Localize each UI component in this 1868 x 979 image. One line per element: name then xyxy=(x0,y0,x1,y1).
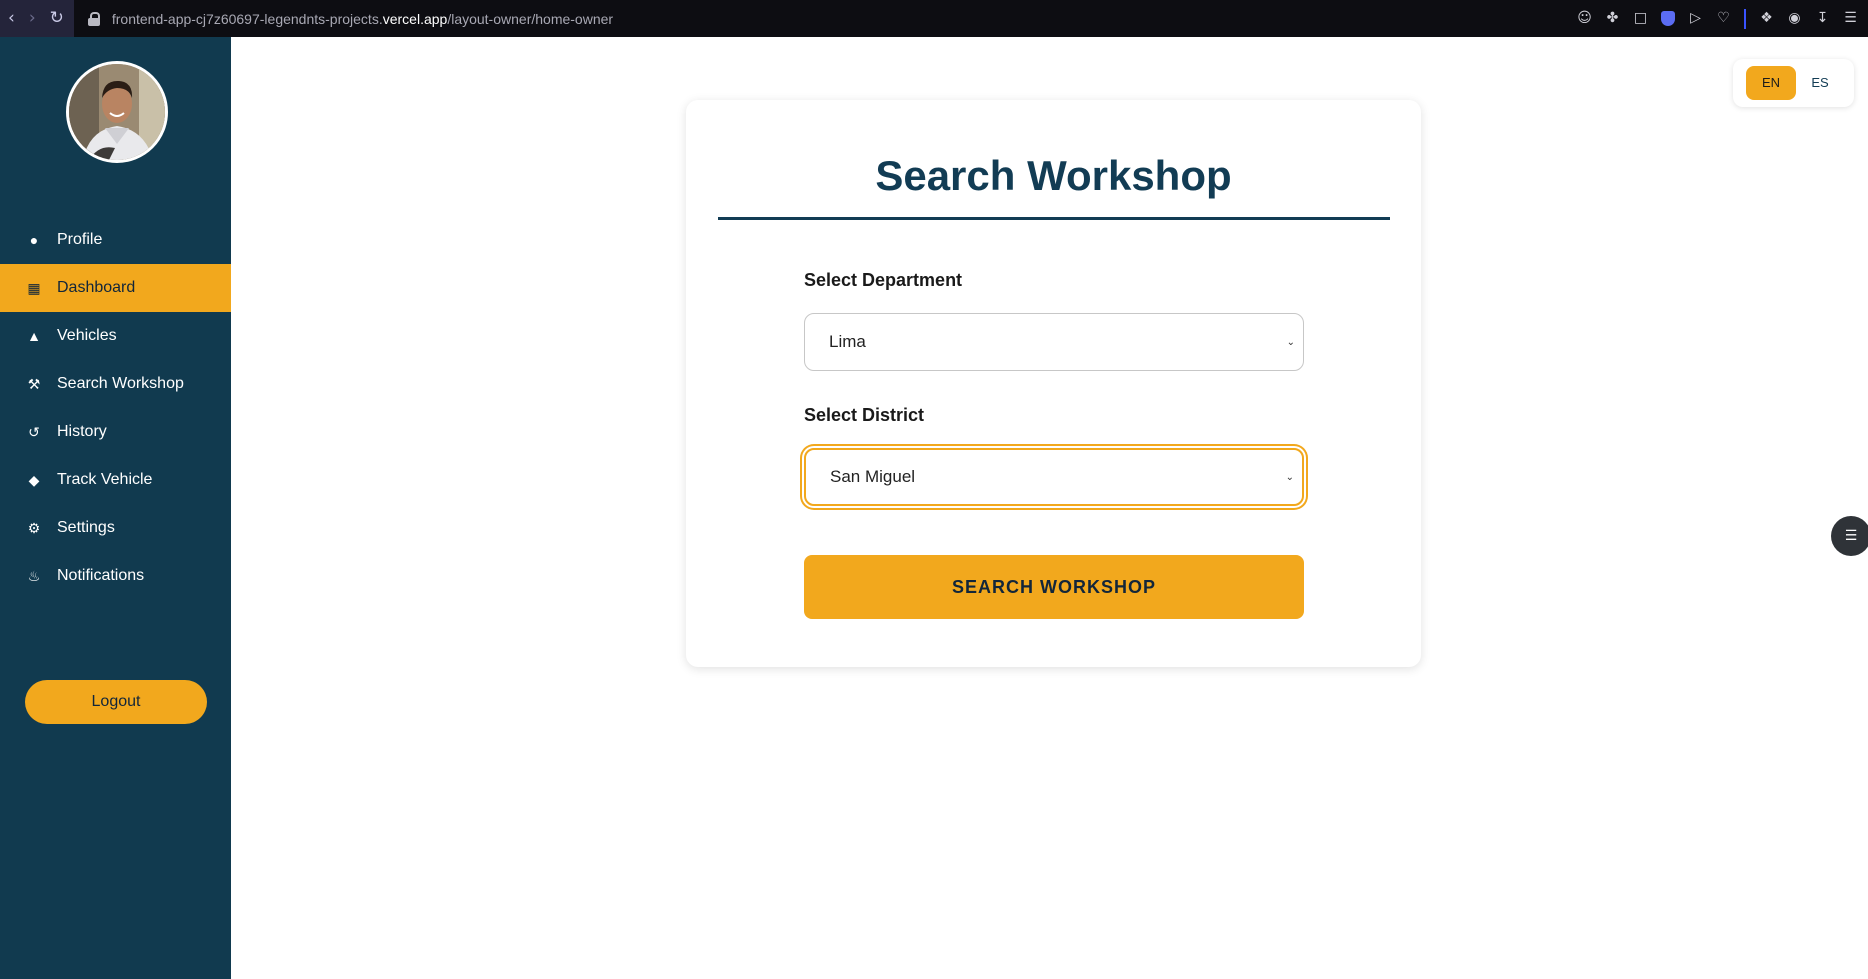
download-icon[interactable]: ↧ xyxy=(1815,11,1830,26)
sidebar-item-label: Track Vehicle xyxy=(57,471,153,488)
shield-icon[interactable] xyxy=(1661,11,1675,26)
department-select-value: Lima xyxy=(829,332,866,351)
person-icon: ● xyxy=(29,232,39,248)
sidebar-item-search-workshop[interactable]: ⚒ Search Workshop xyxy=(0,360,231,408)
sidebar-item-label: History xyxy=(57,423,107,440)
screenshot-icon[interactable]: □ xyxy=(1633,11,1648,26)
url-path: /layout-owner/home-owner xyxy=(447,10,614,27)
back-icon[interactable]: ‹ xyxy=(8,0,15,37)
chevron-down-icon: ⌄ xyxy=(1286,337,1295,348)
sidebar-item-history[interactable]: ↺ History xyxy=(0,408,231,456)
floating-list-icon[interactable]: ☰ xyxy=(1831,516,1868,556)
title-divider xyxy=(718,217,1390,220)
district-select[interactable]: San Miguel ⌄ xyxy=(804,448,1304,506)
chevron-down-icon: ⌄ xyxy=(1285,472,1294,483)
sidebar-item-vehicles[interactable]: ▲ Vehicles xyxy=(0,312,231,360)
grid-icon: ▦ xyxy=(27,280,41,296)
avatar[interactable] xyxy=(66,61,168,163)
sidebar-item-profile[interactable]: ● Profile xyxy=(0,216,231,264)
department-select[interactable]: Lima ⌄ xyxy=(804,313,1304,371)
extensions-icon[interactable]: ❖ xyxy=(1759,11,1774,26)
sidebar-item-label: Profile xyxy=(57,231,103,248)
address-bar[interactable]: frontend-app-cj7z60697-legendnts-project… xyxy=(112,11,613,27)
car-icon: ▲ xyxy=(27,328,41,344)
sidebar-item-notifications[interactable]: ♨ Notifications xyxy=(0,552,231,600)
sidebar-item-settings[interactable]: ⚙ Settings xyxy=(0,504,231,552)
language-option-en[interactable]: EN xyxy=(1746,66,1796,100)
wrench-icon: ⚒ xyxy=(27,376,41,392)
browser-extension-icons: ☺ ✤ □ ▷ ♡ ❖ ◉ ↧ ☰ xyxy=(1577,0,1858,37)
play-icon[interactable]: ▷ xyxy=(1688,11,1703,26)
lock-icon xyxy=(87,11,100,26)
language-option-es[interactable]: ES xyxy=(1795,66,1845,100)
reload-icon[interactable]: ↻ xyxy=(50,0,64,37)
browser-toolbar: ‹ › ↻ frontend-app-cj7z60697-legendnts-p… xyxy=(0,0,1868,37)
sidebar-nav: ● Profile ▦ Dashboard ▲ Vehicles ⚒ Searc… xyxy=(0,216,231,600)
sidebar-item-label: Dashboard xyxy=(57,279,136,296)
account-icon[interactable]: ◉ xyxy=(1787,11,1802,26)
heart-icon[interactable]: ♡ xyxy=(1716,11,1731,26)
district-label: Select District xyxy=(804,405,925,425)
menu-icon[interactable]: ☰ xyxy=(1843,11,1858,26)
sidebar-item-label: Search Workshop xyxy=(57,375,184,392)
history-icon: ↺ xyxy=(28,424,40,440)
forward-icon[interactable]: › xyxy=(29,0,36,37)
language-toggle: EN ES xyxy=(1733,59,1854,107)
bell-icon: ♨ xyxy=(27,568,41,584)
url-domain: vercel.app xyxy=(382,10,448,27)
department-label: Select Department xyxy=(804,270,963,290)
pin-icon[interactable]: ✤ xyxy=(1605,11,1620,26)
avatar-image xyxy=(69,64,165,160)
district-select-value: San Miguel xyxy=(830,467,916,486)
sidebar-item-dashboard[interactable]: ▦ Dashboard xyxy=(0,264,231,312)
sidebar-item-track-vehicle[interactable]: ◆ Track Vehicle xyxy=(0,456,231,504)
browser-nav-buttons: ‹ › ↻ xyxy=(0,0,74,37)
gear-icon: ⚙ xyxy=(27,520,41,536)
toolbar-divider xyxy=(1744,8,1746,29)
logout-button[interactable]: Logout xyxy=(25,680,207,724)
diamond-icon: ◆ xyxy=(28,472,40,488)
page-title: Search Workshop xyxy=(875,152,1232,199)
sidebar-item-label: Settings xyxy=(57,519,115,536)
search-workshop-card: Search Workshop Select Department Lima ⌄… xyxy=(686,100,1421,667)
sidebar: ● Profile ▦ Dashboard ▲ Vehicles ⚒ Searc… xyxy=(0,37,231,979)
url-prefix: frontend-app-cj7z60697-legendnts-project… xyxy=(111,10,383,27)
emoji-icon[interactable]: ☺ xyxy=(1577,11,1592,26)
sidebar-item-label: Vehicles xyxy=(57,327,117,344)
search-workshop-button[interactable]: SEARCH WORKSHOP xyxy=(804,555,1304,619)
sidebar-item-label: Notifications xyxy=(57,567,145,584)
